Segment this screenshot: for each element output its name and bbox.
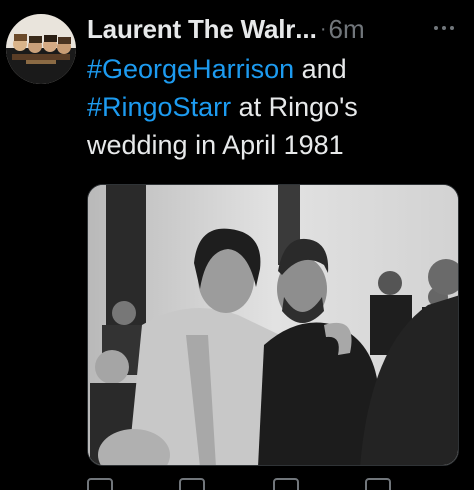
tweet-header: Laurent The Walr... · 6m bbox=[87, 12, 467, 46]
reply-icon[interactable] bbox=[87, 478, 113, 490]
more-horizontal-icon-dot-2 bbox=[442, 26, 446, 30]
separator-dot: · bbox=[319, 17, 327, 40]
more-options-button[interactable] bbox=[426, 14, 462, 42]
more-horizontal-icon bbox=[434, 26, 438, 30]
tweet-media-photo[interactable] bbox=[87, 184, 459, 466]
retweet-icon[interactable] bbox=[179, 478, 205, 490]
tweet-text: #GeorgeHarrison and #RingoStarr at Ringo… bbox=[87, 50, 457, 164]
avatar-group-photo-icon bbox=[6, 14, 76, 84]
author-name[interactable]: Laurent The Walr bbox=[87, 14, 295, 45]
tweet[interactable]: Laurent The Walr... · 6m #GeorgeHarrison… bbox=[0, 0, 474, 490]
views-icon[interactable] bbox=[365, 478, 391, 490]
more-horizontal-icon-dot-3 bbox=[450, 26, 454, 30]
tweet-text-part-1: and bbox=[294, 54, 347, 84]
author-avatar[interactable] bbox=[6, 14, 76, 84]
photo-image bbox=[88, 185, 458, 465]
timestamp[interactable]: 6m bbox=[329, 14, 365, 45]
hashtag-link-ringo-starr[interactable]: #RingoStarr bbox=[87, 92, 231, 122]
tweet-actions-bar bbox=[87, 478, 457, 490]
author-name-ellipsis: ... bbox=[295, 13, 317, 44]
hashtag-link-george-harrison[interactable]: #GeorgeHarrison bbox=[87, 54, 294, 84]
like-icon[interactable] bbox=[273, 478, 299, 490]
